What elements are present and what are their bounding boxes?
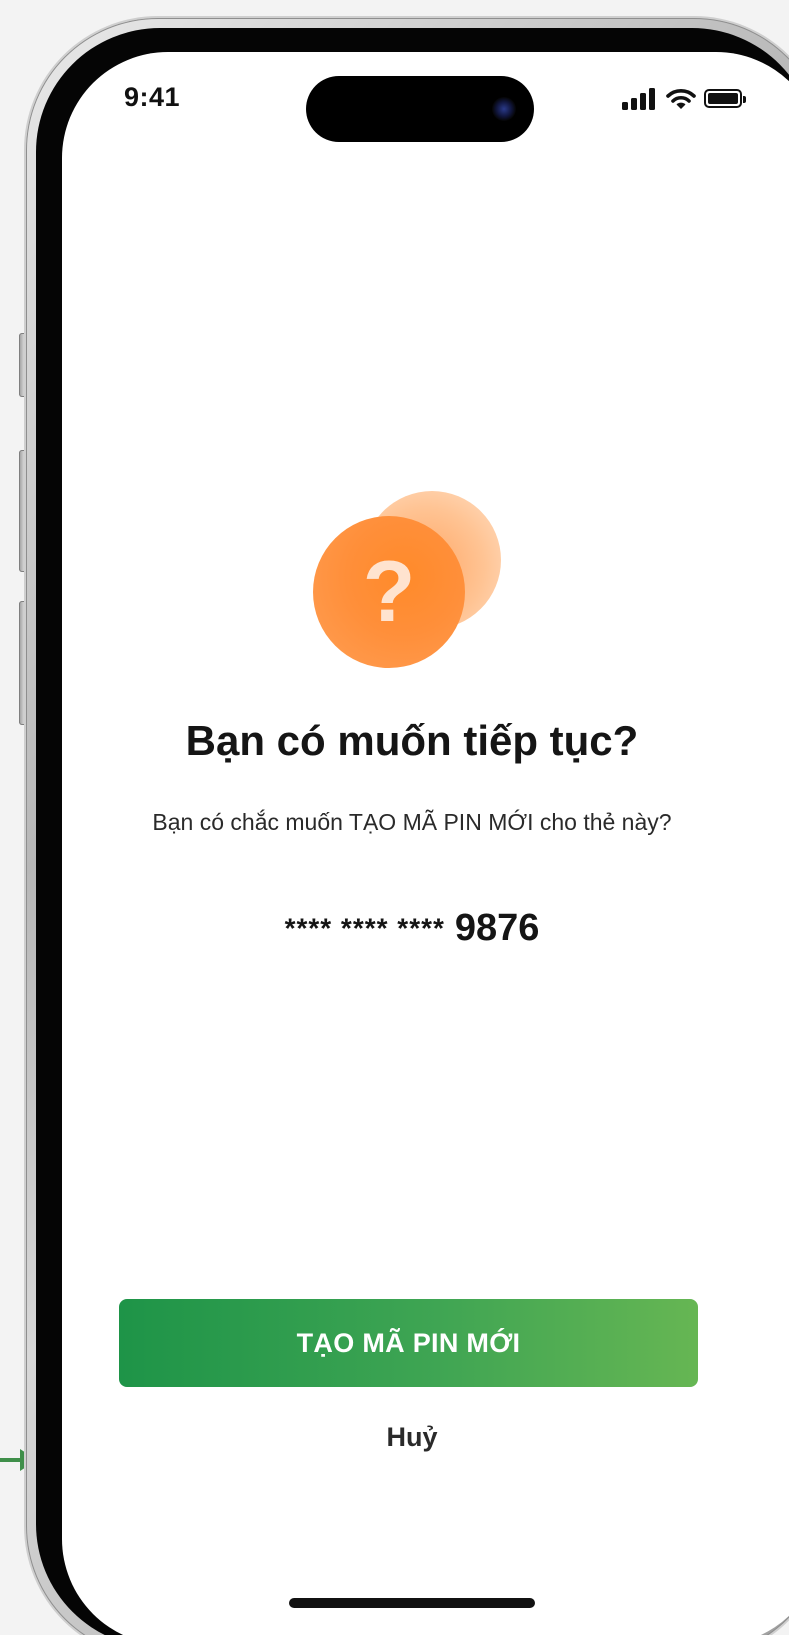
card-number: **** **** **** 9876 xyxy=(62,907,762,950)
battery-level xyxy=(708,93,738,104)
create-new-pin-button[interactable]: TẠO MÃ PIN MỚI xyxy=(119,1299,698,1387)
signal-icon xyxy=(622,88,658,110)
battery-icon xyxy=(704,89,746,108)
dialog-title: Bạn có muốn tiếp tục? xyxy=(185,717,639,764)
wifi-icon xyxy=(666,89,696,109)
dialog-message: Bạn có chắc muốn TẠO MÃ PIN MỚI cho thẻ … xyxy=(152,809,672,835)
phone-screen: 9:41 ? Bạn có muốn tiếp tục? Bạn có chắc… xyxy=(62,52,789,1635)
status-icons xyxy=(622,88,752,114)
battery-cap xyxy=(743,96,746,103)
dynamic-island xyxy=(306,76,534,142)
question-glyph: ? xyxy=(362,544,416,640)
status-time: 9:41 xyxy=(124,82,181,112)
card-number-mask: **** **** **** xyxy=(284,912,445,944)
card-number-last4: 9876 xyxy=(454,907,540,949)
camera-icon xyxy=(492,97,516,121)
home-indicator[interactable] xyxy=(289,1598,535,1608)
question-mark-icon: ? xyxy=(313,491,503,681)
app-stage: 9:41 ? Bạn có muốn tiếp tục? Bạn có chắc… xyxy=(0,0,789,1635)
cancel-button[interactable]: Huỷ xyxy=(62,1422,762,1453)
